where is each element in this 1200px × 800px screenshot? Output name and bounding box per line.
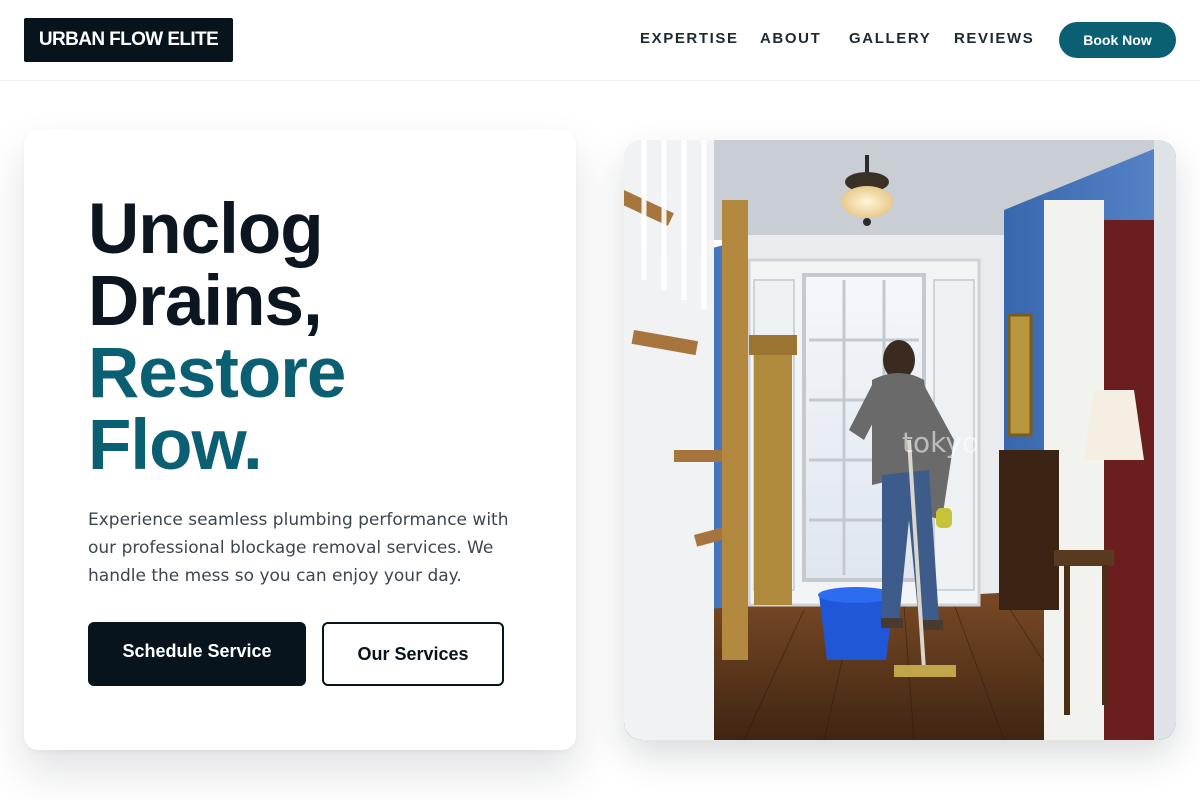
nav-link-about[interactable]: ABOUT — [760, 30, 821, 47]
our-services-button[interactable]: Our Services — [322, 622, 504, 686]
nav-link-gallery[interactable]: GALLERY — [849, 30, 931, 47]
hero-photo: tokyo — [624, 140, 1176, 740]
book-now-button[interactable]: Book Now — [1059, 22, 1176, 58]
hero-description: Experience seamless plumbing performance… — [88, 510, 509, 586]
nav-link-reviews[interactable]: REVIEWS — [954, 30, 1034, 47]
headline-line-1: Unclog — [88, 190, 324, 269]
headline-line-3: Restore — [88, 334, 346, 413]
nav-link-expertise[interactable]: EXPERTISE — [640, 30, 739, 47]
schedule-service-button[interactable]: Schedule Service — [88, 622, 306, 686]
hero-photo-illustration: tokyo — [624, 140, 1176, 740]
hero-card: Unclog Drains, Restore Flow. Experience … — [24, 130, 576, 750]
headline-line-2: Drains, — [88, 262, 323, 341]
site-header: URBAN FLOW ELITE EXPERTISE ABOUT GALLERY… — [0, 0, 1200, 81]
headline-line-4: Flow. — [88, 406, 263, 485]
brand-logo-text: URBAN FLOW ELITE — [38, 29, 219, 50]
hero-headline: Unclog Drains, Restore Flow. — [88, 190, 346, 485]
photo-watermark: tokyo — [902, 426, 979, 459]
brand-logo[interactable]: URBAN FLOW ELITE — [24, 18, 233, 62]
